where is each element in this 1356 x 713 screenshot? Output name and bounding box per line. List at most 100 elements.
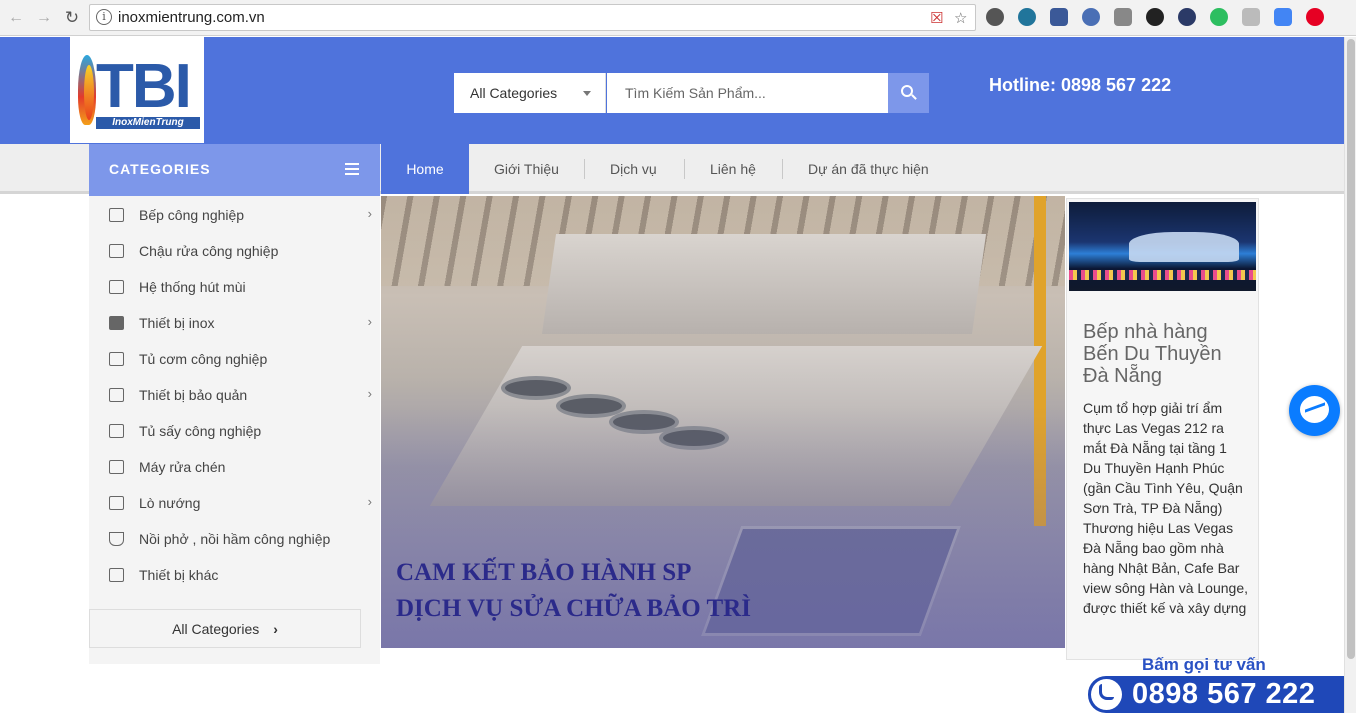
category-sidebar: Bếp công nghiệp › Chậu rửa công nghiệp H… <box>89 196 380 664</box>
inox-sheet-icon <box>109 316 124 330</box>
all-categories-button[interactable]: All Categories › <box>89 609 361 648</box>
sidebar-item-label: Thiết bị bảo quản <box>139 387 248 403</box>
sidebar-item-label: Bếp công nghiệp <box>139 207 245 223</box>
nav-divider <box>684 159 685 179</box>
logo-text: TBI <box>96 52 192 121</box>
caret-down-icon <box>583 91 591 96</box>
hero-banner[interactable]: CAM KẾT BẢO HÀNH SP DỊCH VỤ SỬA CHỮA BẢO… <box>381 196 1065 648</box>
shore-lights <box>1069 270 1256 280</box>
bookmark-star-icon[interactable]: ☆ <box>954 9 967 27</box>
sidebar-item-label: Nồi phở , nồi hầm công nghiệp <box>139 531 331 547</box>
sidebar-item-tu-com[interactable]: Tủ cơm công nghiệp <box>89 341 380 377</box>
sidebar-item-label: Chậu rửa công nghiệp <box>139 243 279 259</box>
url-text: inoxmientrung.com.vn <box>118 9 265 26</box>
sink-icon <box>109 244 124 258</box>
chevron-right-icon: › <box>367 314 372 329</box>
sidebar-item-hut-mui[interactable]: Hệ thống hút mùi <box>89 269 380 305</box>
pinterest-icon[interactable] <box>1306 8 1324 26</box>
browser-toolbar: ← → ↻ i inoxmientrung.com.vn ☒ ☆ <box>0 0 1356 36</box>
ip-icon[interactable] <box>1178 8 1196 26</box>
wordpress-icon[interactable] <box>986 8 1004 26</box>
banner-headline-2: DỊCH VỤ SỬA CHỮA BẢO TRÌ <box>396 595 751 622</box>
forward-icon[interactable]: → <box>34 8 54 28</box>
back-icon[interactable]: ← <box>6 8 26 28</box>
post-thumbnail[interactable] <box>1069 202 1256 291</box>
banner-headline-1: CAM KẾT BẢO HÀNH SP <box>396 559 692 586</box>
sidebar-item-label: Tủ cơm công nghiệp <box>139 351 268 367</box>
info-icon[interactable]: i <box>96 9 112 25</box>
address-bar[interactable]: i inoxmientrung.com.vn ☒ ☆ <box>89 4 976 31</box>
fridge-icon <box>109 388 124 402</box>
sidebar-item-thiet-bi-khac[interactable]: Thiết bị khác <box>89 557 380 593</box>
sidebar-item-lo-nuong[interactable]: Lò nướng › <box>89 485 380 521</box>
nav-divider <box>782 159 783 179</box>
extension-badge-icon[interactable] <box>1050 8 1068 26</box>
post-title[interactable]: Bếp nhà hàng Bến Du Thuyền Đà Nẵng <box>1083 321 1248 387</box>
sidebar-item-thiet-bi-inox[interactable]: Thiết bị inox › <box>89 305 380 341</box>
nav-home[interactable]: Home <box>381 144 469 194</box>
call-number: 0898 567 222 <box>1132 678 1316 710</box>
equipment-icon <box>109 568 124 582</box>
search-icon-handle <box>911 94 917 100</box>
site-logo[interactable]: TBI InoxMienTrung <box>70 37 204 143</box>
burner <box>501 376 571 400</box>
recycle-icon[interactable] <box>1114 8 1132 26</box>
dishwasher-icon <box>109 460 124 474</box>
ship-shape <box>1129 232 1239 262</box>
counter-icon[interactable] <box>1082 8 1100 26</box>
sidebar-item-bep-cong-nghiep[interactable]: Bếp công nghiệp › <box>89 197 380 233</box>
sidebar-item-chau-rua[interactable]: Chậu rửa công nghiệp <box>89 233 380 269</box>
sidebar-item-label: Thiết bị khác <box>139 567 219 583</box>
chevron-right-icon: › <box>367 206 372 221</box>
sidebar-item-bao-quan[interactable]: Thiết bị bảo quản › <box>89 377 380 413</box>
sidebar-item-label: Tủ sấy công nghiệp <box>139 423 262 439</box>
sidebar-item-label: Thiết bị inox <box>139 315 215 331</box>
sidebar-item-may-rua-chen[interactable]: Máy rửa chén <box>89 449 380 485</box>
vertical-scrollbar[interactable] <box>1344 37 1356 713</box>
chevron-right-icon: › <box>367 386 372 401</box>
scrollbar-thumb[interactable] <box>1347 39 1355 659</box>
all-categories-label: All Categories <box>172 621 260 637</box>
call-button[interactable]: 0898 567 222 <box>1088 676 1344 713</box>
flame-inner <box>84 65 94 120</box>
nav-gioi-thieu[interactable]: Giới Thiệu <box>470 144 583 194</box>
chevron-right-icon: › <box>273 621 278 637</box>
reload-icon[interactable]: ↻ <box>62 8 82 28</box>
evernote-icon[interactable] <box>1210 8 1228 26</box>
wordpress-stats-icon[interactable] <box>1018 8 1036 26</box>
blocked-popup-icon[interactable]: ☒ <box>930 9 943 27</box>
post-excerpt: Cụm tổ hợp giải trí ẩm thực Las Vegas 21… <box>1083 400 1248 616</box>
hamburger-icon <box>345 163 359 175</box>
nav-du-an[interactable]: Dự án đã thực hiện <box>784 144 953 194</box>
header-hotline[interactable]: Hotline: 0898 567 222 <box>989 75 1171 96</box>
logo-subtitle: InoxMienTrung <box>96 117 200 129</box>
sidebar-item-label: Hệ thống hút mùi <box>139 279 246 295</box>
sidebar-item-tu-say[interactable]: Tủ sấy công nghiệp <box>89 413 380 449</box>
featured-post[interactable]: Bếp nhà hàng Bến Du Thuyền Đà Nẵng Cụm t… <box>1066 198 1259 660</box>
sync-icon[interactable] <box>1146 8 1164 26</box>
sidebar-item-label: Máy rửa chén <box>139 459 226 475</box>
nav-dich-vu[interactable]: Dịch vụ <box>586 144 681 194</box>
stove-icon <box>109 208 124 222</box>
search-category-value: All Categories <box>470 85 558 101</box>
call-label: Bấm gọi tư vấn <box>1142 655 1266 674</box>
search-button[interactable] <box>888 73 929 113</box>
search-input[interactable] <box>607 73 888 113</box>
pot-icon <box>109 532 124 546</box>
banner-hood <box>541 234 987 334</box>
nav-divider <box>584 159 585 179</box>
categories-label: CATEGORIES <box>109 161 211 177</box>
oven-icon <box>109 496 124 510</box>
lightning-icon[interactable] <box>1242 8 1260 26</box>
nav-lien-he[interactable]: Liên hệ <box>686 144 780 194</box>
categories-toggle[interactable]: CATEGORIES <box>89 144 380 196</box>
search-category-select[interactable]: All Categories <box>454 73 606 113</box>
hood-icon <box>109 280 124 294</box>
sidebar-item-noi-pho[interactable]: Nồi phở , nồi hầm công nghiệp <box>89 521 380 557</box>
grid-cabinet-icon <box>109 424 124 438</box>
translate-icon[interactable] <box>1274 8 1292 26</box>
chevron-right-icon: › <box>367 494 372 509</box>
phone-icon <box>1099 684 1114 700</box>
sidebar-item-label: Lò nướng <box>139 495 201 511</box>
messenger-button[interactable] <box>1289 385 1340 436</box>
